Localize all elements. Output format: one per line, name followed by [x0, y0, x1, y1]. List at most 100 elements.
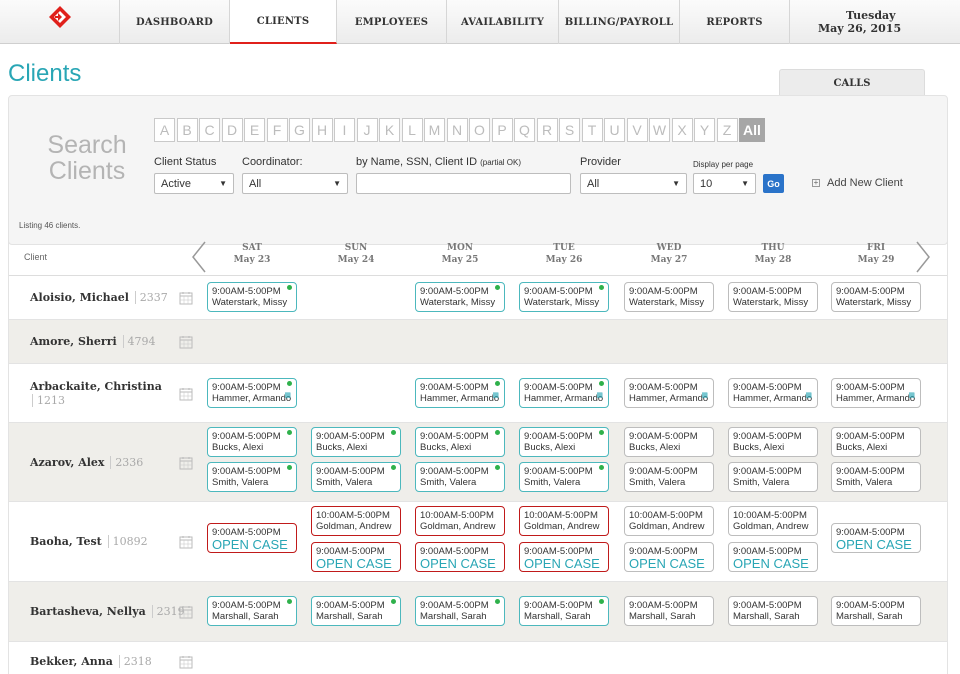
letter-filter-j[interactable]: J [356, 118, 378, 142]
shift-card[interactable]: 9:00AM-5:00PM Waterstark, Missy [519, 282, 609, 312]
client-name-link[interactable]: Bekker, Anna 2318 [30, 655, 152, 669]
shift-card[interactable]: 9:00AM-5:00PM Bucks, Alexi [415, 427, 505, 457]
client-status-select[interactable]: Active ▼ [154, 173, 234, 194]
letter-filter-y[interactable]: Y [694, 118, 715, 142]
shift-card[interactable]: 9:00AM-5:00PM Smith, Valera [207, 462, 297, 492]
open-case-shift[interactable]: 9:00AM-5:00PM OPEN CASE [728, 542, 818, 572]
letter-filter-c[interactable]: C [199, 118, 220, 142]
letter-filter-p[interactable]: P [491, 118, 513, 142]
nav-availability[interactable]: AVAILABILITY [447, 0, 559, 44]
shift-card[interactable]: 9:00AM-5:00PM Waterstark, Missy [624, 282, 714, 312]
shift-card[interactable]: 9:00AM-5:00PM Bucks, Alexi [207, 427, 297, 457]
calendar-icon[interactable] [179, 291, 193, 305]
letter-filter-t[interactable]: T [581, 118, 603, 142]
name-search-input[interactable] [356, 173, 571, 194]
calendar-icon[interactable] [179, 655, 193, 669]
letter-filter-a[interactable]: A [154, 118, 175, 142]
coordinator-select[interactable]: All ▼ [242, 173, 348, 194]
shift-card[interactable]: 10:00AM-5:00PM Goldman, Andrew [311, 506, 401, 536]
client-name-link[interactable]: Azarov, Alex 2336 [30, 455, 144, 470]
letter-filter-all[interactable]: All [739, 118, 765, 142]
letter-filter-g[interactable]: G [289, 118, 310, 142]
shift-card[interactable]: 9:00AM-5:00PM Bucks, Alexi [311, 427, 401, 457]
next-week-arrow-icon[interactable] [915, 240, 931, 274]
calendar-icon[interactable] [179, 535, 193, 549]
letter-filter-s[interactable]: S [559, 118, 580, 142]
letter-filter-v[interactable]: V [626, 118, 648, 142]
letter-filter-m[interactable]: M [424, 118, 445, 142]
shift-card[interactable]: 9:00AM-5:00PM Smith, Valera [519, 462, 609, 492]
shift-card[interactable]: 10:00AM-5:00PM Goldman, Andrew [728, 506, 818, 536]
letter-filter-q[interactable]: Q [514, 118, 535, 142]
letter-filter-u[interactable]: U [604, 118, 625, 142]
shift-card[interactable]: 9:00AM-5:00PM Marshall, Sarah [519, 596, 609, 626]
calls-tab[interactable]: CALLS [779, 69, 925, 96]
shift-card[interactable]: 9:00AM-5:00PM Smith, Valera [415, 462, 505, 492]
letter-filter-z[interactable]: Z [716, 118, 738, 142]
shift-card[interactable]: 9:00AM-5:00PM Bucks, Alexi [519, 427, 609, 457]
shift-card[interactable]: 9:00AM-5:00PM Hammer, Armando ▦ [831, 377, 921, 408]
shift-card[interactable]: 9:00AM-5:00PM Hammer, Armando ▦ [207, 377, 297, 408]
nav-billing-payroll[interactable]: BILLING/PAYROLL [559, 0, 680, 44]
calendar-icon[interactable] [179, 456, 193, 470]
shift-card[interactable]: 9:00AM-5:00PM Waterstark, Missy [831, 282, 921, 312]
shift-card[interactable]: 9:00AM-5:00PM Hammer, Armando ▦ [415, 377, 505, 408]
letter-filter-e[interactable]: E [244, 118, 265, 142]
shift-card[interactable]: 9:00AM-5:00PM Smith, Valera [624, 462, 714, 492]
open-case-shift[interactable]: 9:00AM-5:00PM OPEN CASE [311, 542, 401, 572]
letter-filter-b[interactable]: B [176, 118, 198, 142]
client-name-link[interactable]: Amore, Sherri 4794 [30, 335, 156, 349]
calendar-icon[interactable] [179, 605, 193, 619]
client-name-link[interactable]: Aloisio, Michael 2337 [30, 291, 168, 305]
shift-card[interactable]: 9:00AM-5:00PM Marshall, Sarah [415, 596, 505, 626]
letter-filter-d[interactable]: D [221, 118, 243, 142]
nav-clients[interactable]: CLIENTS [230, 0, 337, 44]
shift-card[interactable]: 9:00AM-5:00PM Bucks, Alexi [624, 427, 714, 457]
go-button[interactable]: Go [763, 174, 784, 193]
letter-filter-f[interactable]: F [266, 118, 288, 142]
display-per-page-select[interactable]: 10 ▼ [693, 173, 756, 194]
client-name-link[interactable]: Baoha, Test 10892 [30, 535, 148, 549]
nav-reports[interactable]: REPORTS [680, 0, 790, 44]
logo[interactable] [0, 0, 120, 44]
shift-card[interactable]: 9:00AM-5:00PM Marshall, Sarah [831, 596, 921, 626]
open-case-shift[interactable]: 9:00AM-5:00PM OPEN CASE [207, 523, 297, 553]
letter-filter-h[interactable]: H [311, 118, 333, 142]
shift-card[interactable]: 9:00AM-5:00PM Marshall, Sarah [728, 596, 818, 626]
shift-card[interactable]: 9:00AM-5:00PM Marshall, Sarah [311, 596, 401, 626]
calendar-icon[interactable] [179, 387, 193, 401]
shift-card[interactable]: 9:00AM-5:00PM Smith, Valera [728, 462, 818, 492]
letter-filter-k[interactable]: K [379, 118, 400, 142]
calendar-icon[interactable] [179, 335, 193, 349]
client-name-link[interactable]: Bartasheva, Nellya 2319 [30, 605, 185, 619]
letter-filter-n[interactable]: N [446, 118, 468, 142]
letter-filter-w[interactable]: W [649, 118, 670, 142]
letter-filter-r[interactable]: R [536, 118, 558, 142]
client-name-link[interactable]: Arbackaite, Christina 1213 [30, 380, 170, 408]
shift-card[interactable]: 9:00AM-5:00PM Marshall, Sarah [624, 596, 714, 626]
shift-card[interactable]: 9:00AM-5:00PM Waterstark, Missy [207, 282, 297, 312]
letter-filter-o[interactable]: O [469, 118, 490, 142]
shift-card[interactable]: 9:00AM-5:00PM Smith, Valera [831, 462, 921, 492]
shift-card[interactable]: 9:00AM-5:00PM Waterstark, Missy [415, 282, 505, 312]
letter-filter-l[interactable]: L [401, 118, 423, 142]
provider-select[interactable]: All ▼ [580, 173, 687, 194]
nav-employees[interactable]: EMPLOYEES [337, 0, 447, 44]
shift-card[interactable]: 9:00AM-5:00PM Marshall, Sarah [207, 596, 297, 626]
letter-filter-x[interactable]: X [671, 118, 693, 142]
shift-card[interactable]: 10:00AM-5:00PM Goldman, Andrew [519, 506, 609, 536]
shift-card[interactable]: 9:00AM-5:00PM Bucks, Alexi [831, 427, 921, 457]
shift-card[interactable]: 9:00AM-5:00PM Smith, Valera [311, 462, 401, 492]
shift-card[interactable]: 10:00AM-5:00PM Goldman, Andrew [415, 506, 505, 536]
letter-filter-i[interactable]: I [334, 118, 355, 142]
shift-card[interactable]: 10:00AM-5:00PM Goldman, Andrew [624, 506, 714, 536]
shift-card[interactable]: 9:00AM-5:00PM Bucks, Alexi [728, 427, 818, 457]
open-case-shift[interactable]: 9:00AM-5:00PM OPEN CASE [519, 542, 609, 572]
open-case-shift[interactable]: 9:00AM-5:00PM OPEN CASE [831, 523, 921, 553]
shift-card[interactable]: 9:00AM-5:00PM Waterstark, Missy [728, 282, 818, 312]
open-case-shift[interactable]: 9:00AM-5:00PM OPEN CASE [624, 542, 714, 572]
add-new-client-link[interactable]: + Add New Client [812, 177, 903, 189]
shift-card[interactable]: 9:00AM-5:00PM Hammer, Armando ▦ [728, 377, 818, 408]
open-case-shift[interactable]: 9:00AM-5:00PM OPEN CASE [415, 542, 505, 572]
shift-card[interactable]: 9:00AM-5:00PM Hammer, Armando ▦ [624, 377, 714, 408]
